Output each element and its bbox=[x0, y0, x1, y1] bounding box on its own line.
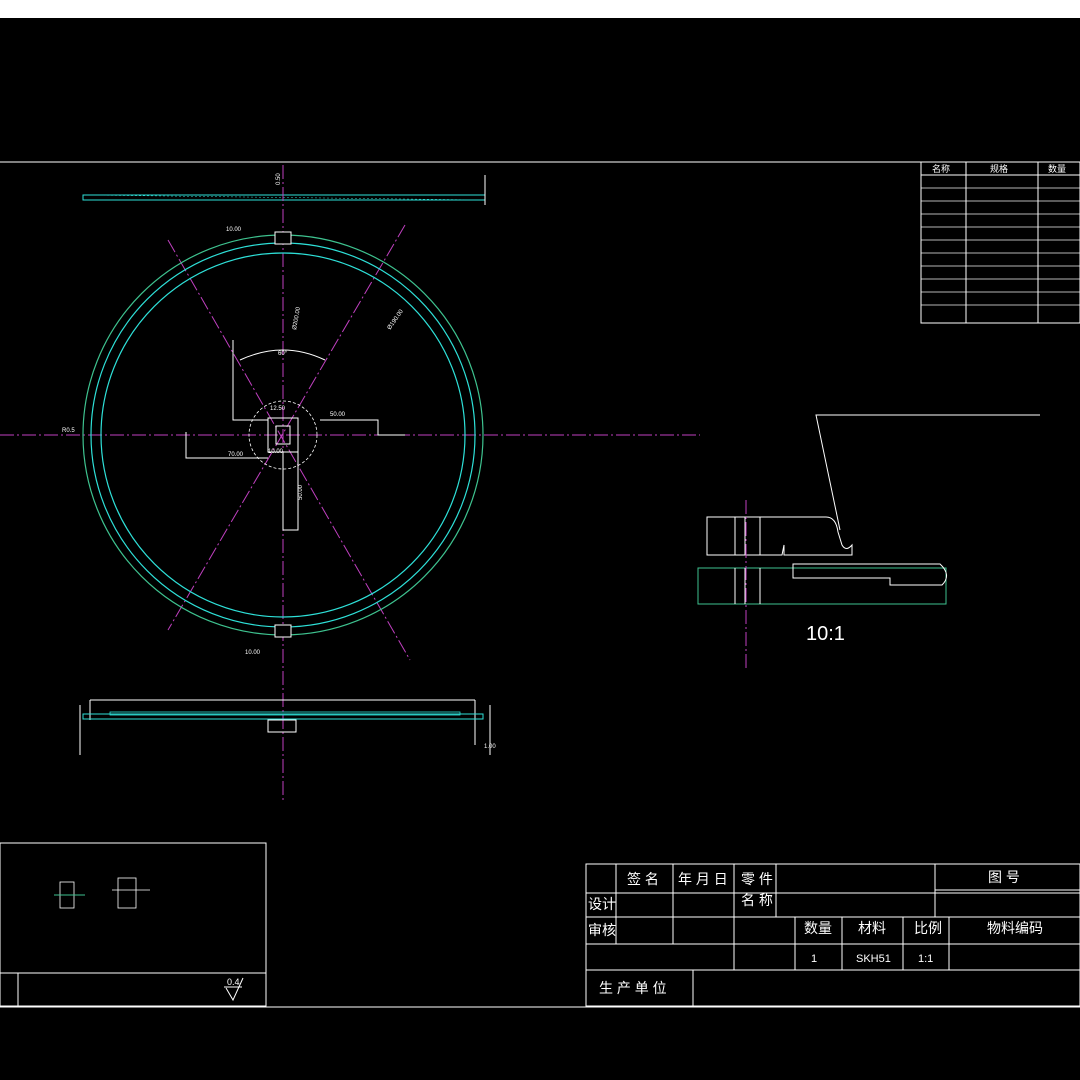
mini-sketch-1 bbox=[54, 881, 85, 909]
diag-centerline-1 bbox=[167, 239, 411, 661]
dim-width-bottom: 10.00 bbox=[245, 650, 261, 656]
roughness-value: 0.4 bbox=[227, 977, 240, 987]
title-block: 签 名 年 月 日 零 件 名 称 图 号 设计 审核 数量 材料 比例 物料编… bbox=[585, 863, 1080, 1007]
parts-table: 名称 规格 数量 bbox=[920, 161, 1080, 324]
tb-review-label: 审核 bbox=[588, 922, 616, 938]
detail-view: 10:1 bbox=[697, 414, 1040, 670]
bottom-slot bbox=[274, 624, 292, 638]
detail-scale-label: 10:1 bbox=[806, 623, 845, 645]
dim-dia-inner: Ø190.00 bbox=[387, 308, 405, 331]
tb-scale-value: 1:1 bbox=[918, 953, 933, 965]
dim-center-y: 50.00 bbox=[298, 484, 304, 500]
tb-maker-label: 生 产 单 位 bbox=[599, 980, 667, 996]
tb-drawing-no-label: 图 号 bbox=[988, 869, 1020, 885]
dim-small-1: 12.50 bbox=[270, 406, 286, 412]
diag-centerline-2 bbox=[167, 224, 406, 631]
top-section-view: 0.50 bbox=[82, 173, 486, 205]
parts-header-name: 名称 bbox=[932, 163, 950, 174]
dim-center-x: 50.00 bbox=[330, 412, 346, 418]
parts-header-qty: 数量 bbox=[1048, 163, 1066, 174]
dim-small-2: 10.00 bbox=[268, 449, 284, 455]
bottom-section-view: 1.00 bbox=[79, 699, 496, 755]
tb-material-value: SKH51 bbox=[856, 953, 891, 965]
tb-qty-label: 数量 bbox=[804, 920, 832, 936]
tb-code-label: 物料编码 bbox=[987, 920, 1043, 936]
dim-left-offset: 70.00 bbox=[228, 452, 244, 458]
tb-date-label: 年 月 日 bbox=[678, 871, 728, 887]
notes-box: 0.4 bbox=[0, 842, 267, 1007]
tb-part-label-1: 零 件 bbox=[741, 871, 773, 887]
cad-drawing-canvas[interactable]: 0.50 10.00 10.00 Ø190.00 Ø200.00 50.00 5… bbox=[0, 0, 1080, 1080]
bottom-thickness-dim: 1.00 bbox=[484, 744, 496, 750]
roughness-symbol: 0.4 bbox=[224, 977, 244, 1002]
mini-sketch-2 bbox=[112, 877, 150, 909]
tb-scale-label: 比例 bbox=[914, 920, 942, 936]
dim-edge-note: R0.5 bbox=[62, 428, 75, 434]
top-thickness-dim: 0.50 bbox=[276, 173, 282, 185]
top-slot bbox=[274, 231, 292, 245]
tb-sign-label: 签 名 bbox=[627, 871, 659, 887]
tb-qty-value: 1 bbox=[811, 953, 817, 965]
tb-material-label: 材料 bbox=[858, 920, 886, 936]
tb-part-label-2: 名 称 bbox=[741, 892, 773, 908]
parts-header-spec: 规格 bbox=[990, 163, 1008, 174]
tb-design-label: 设计 bbox=[588, 896, 616, 912]
main-plan-view: 10.00 10.00 Ø190.00 Ø200.00 50.00 50.00 … bbox=[0, 165, 700, 800]
dim-dia-outer: Ø200.00 bbox=[292, 306, 302, 330]
dim-angle: 60° bbox=[278, 351, 288, 357]
dim-width-top: 10.00 bbox=[226, 227, 242, 233]
